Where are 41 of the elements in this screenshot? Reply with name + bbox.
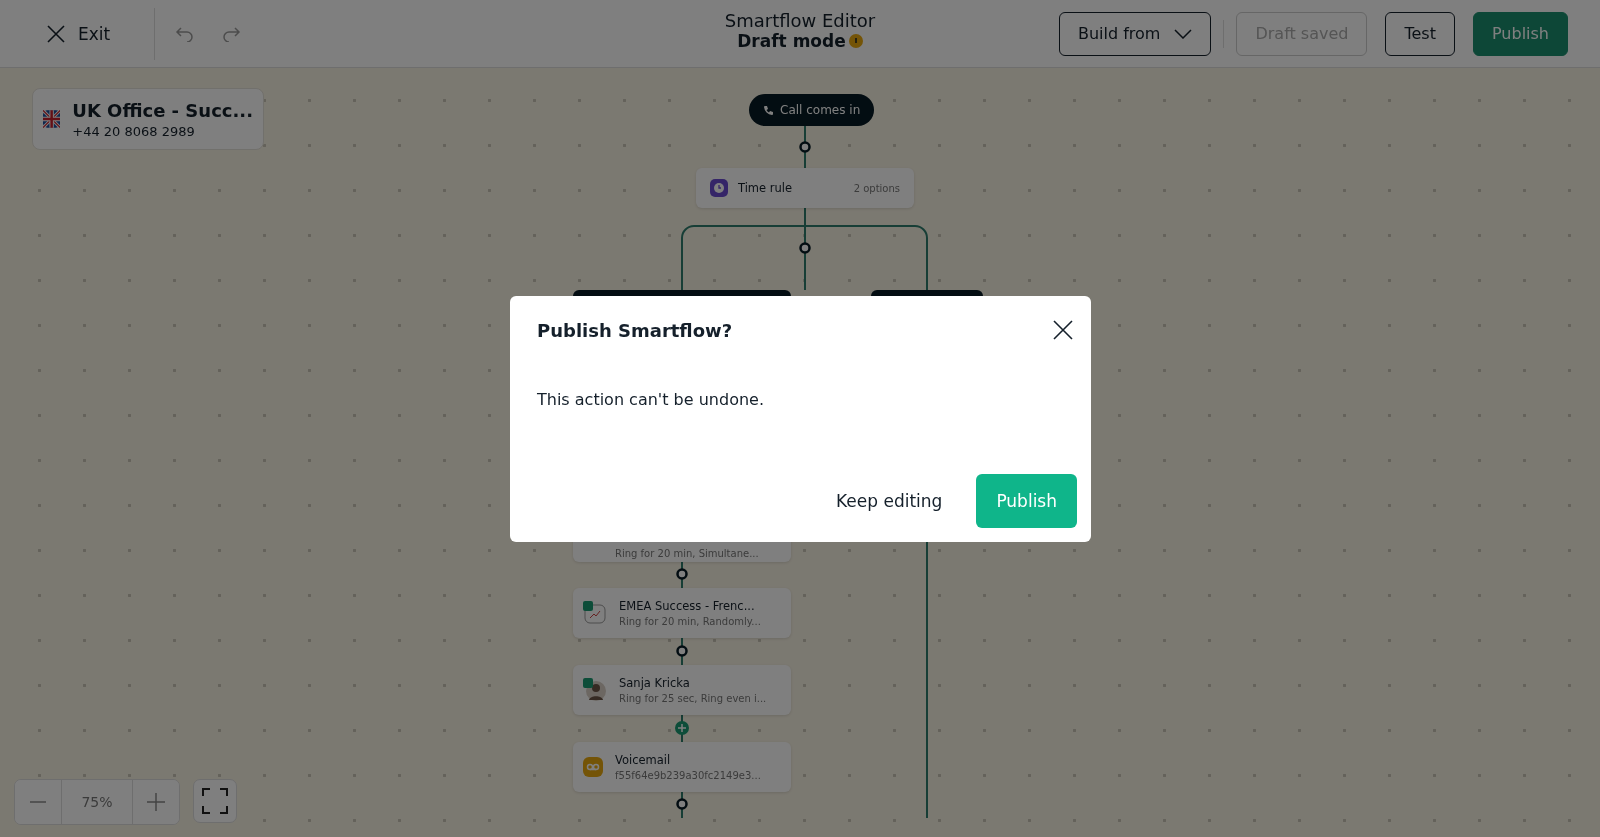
info-icon [848,34,863,48]
connector-icon[interactable] [676,645,688,657]
clock-icon [710,179,728,197]
step-node[interactable]: Voicemail f55f64e9b239a30fc2149e3... [573,742,791,792]
step-node[interactable]: Sanja Kricka Ring for 25 sec, Ring even i... [573,665,791,715]
connector-icon[interactable] [676,568,688,580]
draft-mode-label: Draft mode [737,31,846,51]
team-chart-icon [583,601,607,625]
dialog-title: Publish Smartflow? [537,319,733,341]
number-card[interactable]: UK Office - Succ... +44 20 8068 2989 [32,88,264,150]
fullscreen-icon [202,788,228,814]
connector-icon[interactable] [799,141,811,153]
step-details: Ring for 20 min, Simultane... [615,548,759,559]
fit-screen-button[interactable] [193,779,237,823]
phone-number: +44 20 8068 2989 [72,123,196,139]
voicemail-icon [583,757,603,777]
test-button[interactable]: Test [1385,11,1455,56]
dialog-message: This action can't be undone. [537,390,765,409]
confirm-publish-button[interactable]: Publish [976,474,1077,528]
step-details: f55f64e9b239a30fc2149e3... [615,770,761,781]
close-icon [46,23,66,44]
avatar-icon [583,678,607,702]
keep-editing-button[interactable]: Keep editing [830,490,949,512]
plus-icon [147,793,165,811]
connector-icon[interactable] [799,242,811,254]
call-comes-in-node[interactable]: Call comes in [749,94,875,126]
step-node[interactable]: EMEA Success - Frenc... Ring for 20 min, Randomly... [573,588,791,638]
step-details: Ring for 25 sec, Ring even i... [619,693,767,704]
build-from-dropdown[interactable]: Build from [1058,11,1212,56]
exit-button[interactable]: Exit [40,17,117,50]
connector-icon[interactable] [676,798,688,810]
chevron-down-icon [1174,28,1193,39]
step-details: Ring for 20 min, Randomly... [619,616,761,627]
step-title: EMEA Success - Frenc... [619,599,756,613]
phone-icon [763,104,774,116]
number-name: UK Office - Succ... [72,99,253,121]
editor-title: Smartflow Editor [724,10,876,31]
step-title: Voicemail [615,753,672,767]
minus-icon [30,801,46,803]
publish-button[interactable]: Publish [1472,11,1568,56]
step-title: Sanja Kricka [619,676,691,690]
